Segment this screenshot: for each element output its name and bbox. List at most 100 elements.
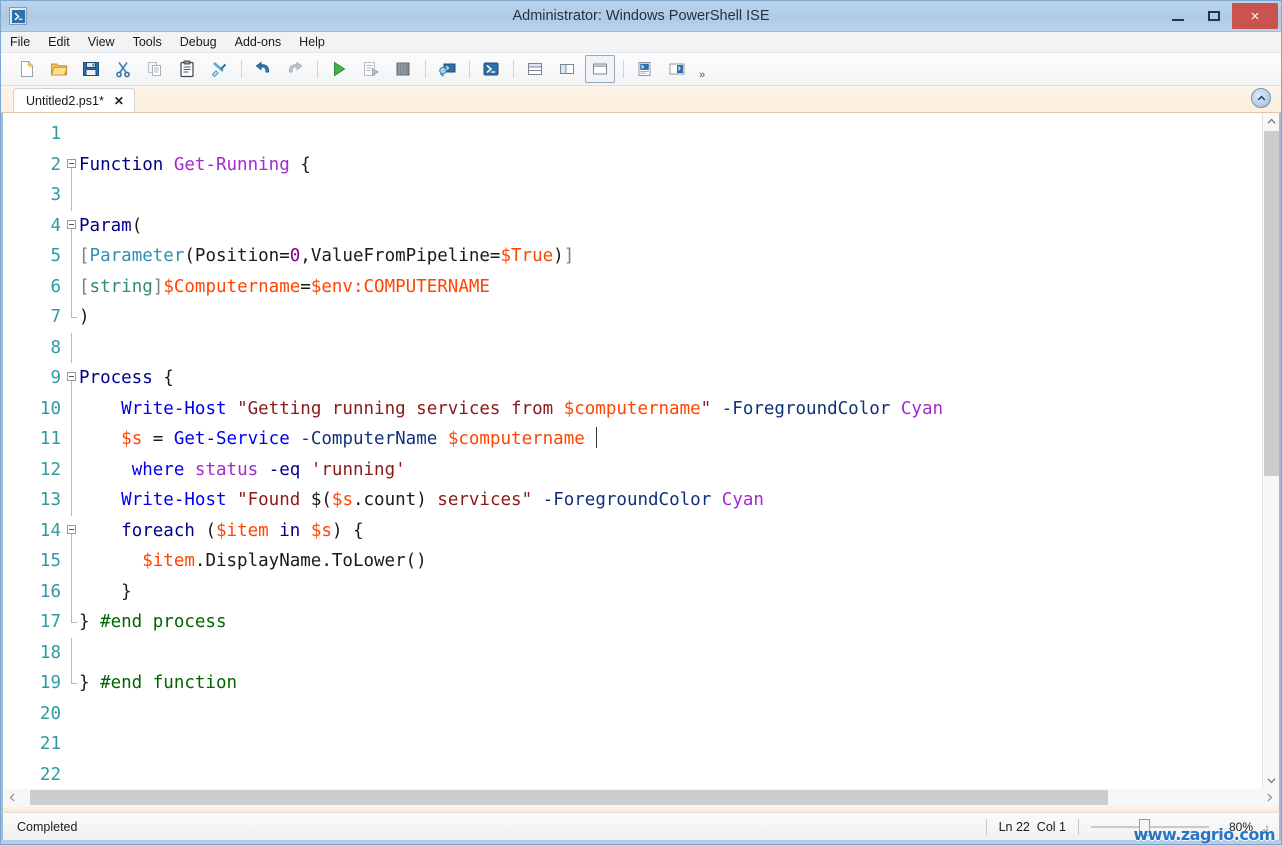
code-line: 12 where status -eq 'running' xyxy=(3,454,1262,485)
fold-gutter[interactable] xyxy=(65,150,79,180)
fold-guide-line xyxy=(71,167,72,180)
maximize-restore-button[interactable] xyxy=(1196,3,1232,29)
vertical-scrollbar[interactable] xyxy=(1262,113,1279,789)
scroll-up-arrow-icon[interactable] xyxy=(1263,113,1280,130)
menu-item-debug[interactable]: Debug xyxy=(180,33,226,51)
horizontal-scrollbar[interactable] xyxy=(1,789,1281,807)
line-number: 20 xyxy=(39,703,61,724)
code-line: 6 [string]$Computername=$env:COMPUTERNAME xyxy=(3,271,1262,303)
menu-item-view[interactable]: View xyxy=(88,33,124,51)
layout-maximized-icon[interactable] xyxy=(585,55,615,83)
new-script-icon[interactable] xyxy=(13,56,41,82)
scroll-down-arrow-icon[interactable] xyxy=(1263,772,1280,789)
code-token: [ xyxy=(79,276,90,297)
code-line-text: Function Get-Running { xyxy=(79,150,1262,181)
code-token: [ xyxy=(79,246,90,266)
vertical-scrollbar-thumb[interactable] xyxy=(1264,131,1279,476)
horizontal-scrollbar-thumb[interactable] xyxy=(30,790,1108,805)
fold-gutter xyxy=(65,271,79,302)
paste-clipboard-icon[interactable] xyxy=(173,56,201,82)
status-bar: Completed Ln 22 Col 1 80% xyxy=(1,812,1281,840)
menu-item-tools[interactable]: Tools xyxy=(133,33,171,51)
code-token: Get-Service xyxy=(173,429,290,449)
code-line: 14 foreach ($item in $s) { xyxy=(3,516,1262,546)
code-line-text: [string]$Computername=$env:COMPUTERNAME xyxy=(79,272,1262,303)
code-token: where xyxy=(131,459,185,480)
undo-arrow-icon[interactable] xyxy=(249,56,277,82)
code-token: #end process xyxy=(100,612,227,632)
clear-console-icon[interactable] xyxy=(205,56,233,82)
code-line: 9 Process { xyxy=(3,363,1262,394)
chevron-up-circle-icon[interactable] xyxy=(1251,88,1271,108)
fold-guide-line xyxy=(71,424,72,455)
cut-scissors-icon[interactable] xyxy=(109,56,137,82)
show-command-addon-icon[interactable] xyxy=(631,56,659,82)
fold-gutter[interactable] xyxy=(65,516,79,546)
code-line: 10 Write-Host "Getting running services … xyxy=(3,393,1262,424)
show-console-pane-icon[interactable] xyxy=(663,56,691,82)
toolbar-overflow-button[interactable]: » xyxy=(699,69,705,81)
code-line: 2 Function Get-Running { xyxy=(3,150,1262,181)
fold-gutter[interactable] xyxy=(65,211,79,241)
code-token: .ToLower() xyxy=(321,551,427,571)
powershell-ise-icon xyxy=(9,7,27,25)
fold-collapse-icon[interactable] xyxy=(67,158,76,168)
fold-gutter[interactable] xyxy=(65,363,79,394)
line-number: 18 xyxy=(39,642,61,663)
run-script-icon[interactable] xyxy=(325,56,353,82)
line-column-indicator: Ln 22 Col 1 xyxy=(998,819,1066,834)
code-line-text: ) xyxy=(79,302,1262,333)
script-pane: 1 2 Function Get-Running {3 4 Param(5 [Parame… xyxy=(1,113,1281,789)
code-token: -ForegroundColor xyxy=(542,490,712,510)
fold-guide-line xyxy=(71,546,72,577)
code-line: 19} #end function xyxy=(3,668,1262,699)
menu-item-help[interactable]: Help xyxy=(299,33,334,51)
start-powershell-icon[interactable] xyxy=(477,56,505,82)
fold-collapse-icon[interactable] xyxy=(67,219,76,229)
close-button[interactable]: × xyxy=(1232,3,1278,29)
code-token: Write-Host xyxy=(121,398,227,419)
minimize-button[interactable] xyxy=(1160,3,1196,29)
save-icon[interactable] xyxy=(77,56,105,82)
code-line: 17} #end process xyxy=(3,607,1262,638)
code-token: Cyan xyxy=(900,398,944,419)
code-token: $item xyxy=(216,520,269,541)
scroll-right-arrow-icon[interactable] xyxy=(1261,789,1278,806)
layout-vertical-icon[interactable] xyxy=(553,56,581,82)
code-token: $computername xyxy=(563,398,701,419)
fold-gutter xyxy=(65,454,79,485)
scroll-left-arrow-icon[interactable] xyxy=(4,789,21,806)
status-message: Completed xyxy=(17,819,78,834)
fold-guide-line xyxy=(71,637,72,668)
code-token: foreach xyxy=(121,520,195,541)
menu-item-edit[interactable]: Edit xyxy=(48,33,79,51)
menu-item-add-ons[interactable]: Add-ons xyxy=(235,33,291,51)
fold-collapse-icon[interactable] xyxy=(67,372,76,381)
tab-untitled2-ps1[interactable]: Untitled2.ps1* ✕ xyxy=(13,88,135,112)
line-number: 13 xyxy=(39,490,61,510)
stop-operation-icon[interactable] xyxy=(389,56,417,82)
layout-horizontal-icon[interactable] xyxy=(521,56,549,82)
copy-icon[interactable] xyxy=(141,56,169,82)
tab-label: Untitled2.ps1* xyxy=(26,93,104,108)
line-number: 17 xyxy=(39,612,61,632)
code-token: ,ValueFromPipeline= xyxy=(300,246,501,266)
fold-guide-line xyxy=(71,454,72,485)
code-token: -ComputerName xyxy=(300,429,438,449)
run-selection-icon[interactable] xyxy=(357,56,385,82)
code-line: 3 xyxy=(3,180,1262,211)
tab-close-icon[interactable]: ✕ xyxy=(114,94,124,108)
menu-item-file[interactable]: File xyxy=(10,33,39,51)
open-folder-icon[interactable] xyxy=(45,56,73,82)
code-editor[interactable]: 1 2 Function Get-Running {3 4 Param(5 [Parame… xyxy=(3,113,1262,789)
fold-collapse-icon[interactable] xyxy=(67,524,76,534)
code-line: 20 xyxy=(3,699,1262,730)
new-remote-tab-icon[interactable] xyxy=(433,56,461,82)
redo-arrow-icon[interactable] xyxy=(281,56,309,82)
toolbar-separator xyxy=(623,60,624,78)
